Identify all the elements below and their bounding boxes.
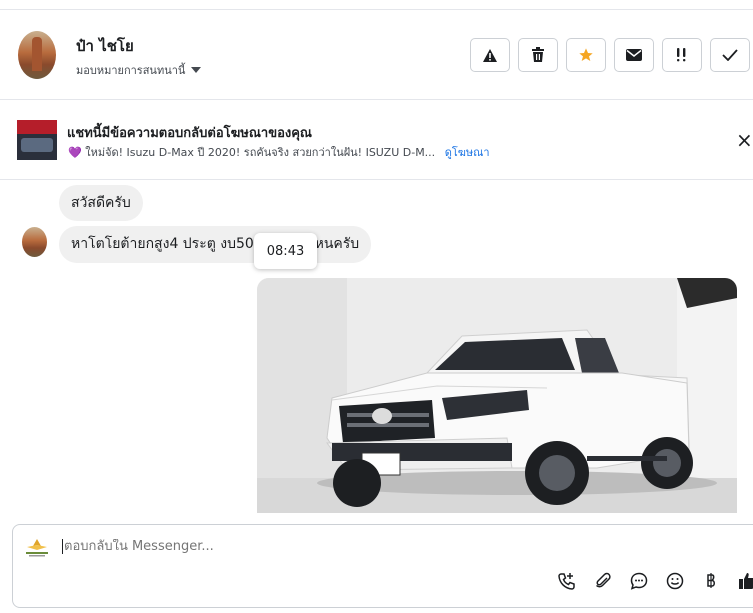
delete-button[interactable] (518, 38, 558, 72)
assign-label: มอบหมายการสนทนานี้ (76, 64, 186, 77)
star-icon (579, 48, 593, 61)
conversation-header: ป๋า ไชโย มอบหมายการสนทนานี้ (0, 10, 753, 100)
reply-input[interactable] (62, 539, 562, 554)
thumbs-up-icon[interactable] (738, 572, 753, 590)
contact-avatar-small (22, 227, 47, 257)
composer-toolbar (558, 572, 753, 590)
follow-up-button[interactable] (662, 38, 702, 72)
message-bubble[interactable]: สวัสดีครับ (59, 185, 143, 221)
envelope-icon (626, 49, 642, 61)
timestamp-tooltip: 08:43 (254, 233, 317, 269)
emoji-icon[interactable] (666, 572, 684, 590)
contact-avatar[interactable] (18, 31, 56, 79)
contact-name[interactable]: ป๋า ไชโย (76, 34, 134, 58)
view-ad-link[interactable]: ดูโฆษณา (445, 146, 490, 159)
ad-banner-subtitle: 💜 ใหม่จัด! Isuzu D-Max ปี 2020! รถคันจริ… (68, 143, 490, 161)
attachment-icon[interactable] (594, 572, 612, 590)
mark-unread-button[interactable] (614, 38, 654, 72)
assign-conversation-dropdown[interactable]: มอบหมายการสนทนานี้ (76, 61, 202, 79)
star-button[interactable] (566, 38, 606, 72)
page-logo-icon (26, 539, 48, 557)
message-composer (12, 524, 753, 608)
warning-icon (483, 48, 497, 62)
check-icon (722, 49, 738, 61)
report-spam-button[interactable] (470, 38, 510, 72)
mark-done-button[interactable] (710, 38, 750, 72)
ad-reply-banner: แชทนี้มีข้อความตอบกลับต่อโฆษณาของคุณ 💜 ใ… (0, 100, 753, 180)
add-call-icon[interactable] (558, 572, 576, 590)
caret-down-icon (191, 67, 202, 73)
ad-subtitle-text: 💜 ใหม่จัด! Isuzu D-Max ปี 2020! รถคันจริ… (68, 146, 436, 159)
trash-icon (532, 47, 544, 62)
saved-replies-icon[interactable] (630, 572, 648, 590)
close-icon[interactable]: × (736, 130, 753, 150)
message-bubble[interactable]: หาโตโยต้ายกสูง4 ประตู งบ500,000 มีไหนครั… (59, 226, 372, 263)
car-photo-attachment[interactable] (257, 278, 737, 513)
ad-banner-title: แชทนี้มีข้อความตอบกลับต่อโฆษณาของคุณ (67, 126, 312, 141)
ad-thumbnail[interactable] (17, 120, 57, 160)
header-actions (470, 38, 750, 72)
baht-payment-icon[interactable] (702, 572, 720, 590)
double-exclamation-icon (677, 48, 686, 62)
